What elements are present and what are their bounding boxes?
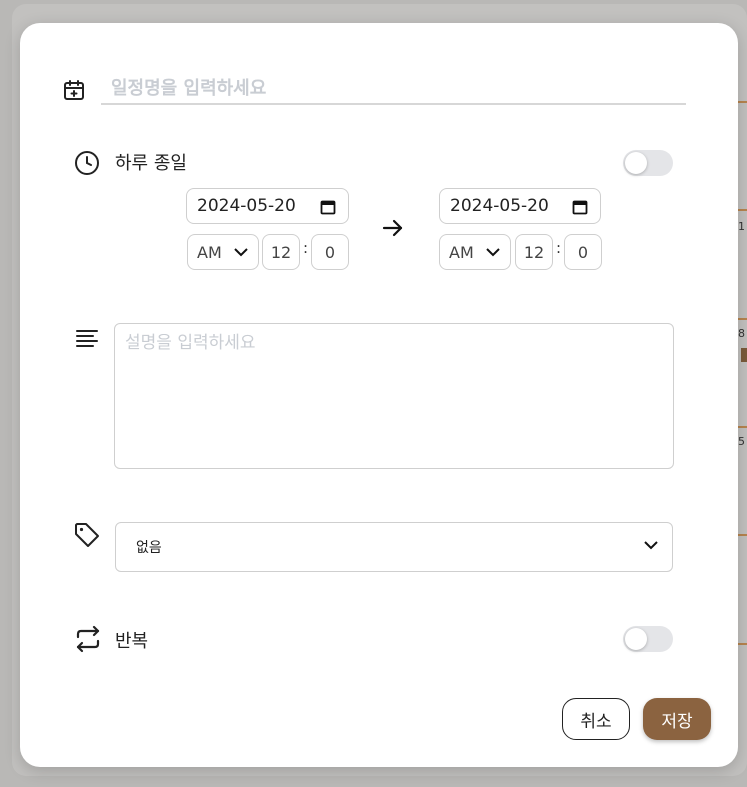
calendar-grid-line — [737, 209, 747, 211]
start-hour-value: 12 — [270, 242, 292, 262]
end-ampm-select[interactable]: AM — [439, 234, 511, 270]
calendar-date-number: 8 — [738, 327, 745, 340]
clock-icon — [74, 150, 100, 180]
time-separator: : — [303, 239, 309, 257]
repeat-label: 반복 — [115, 631, 149, 652]
repeat-icon — [75, 625, 101, 657]
end-date-input[interactable]: 2024-05-20 — [439, 188, 601, 224]
calendar-grid-line — [737, 534, 747, 536]
end-hour-value: 12 — [523, 242, 545, 262]
toggle-knob — [625, 152, 647, 174]
time-separator: : — [556, 239, 562, 257]
calendar-add-icon — [62, 78, 86, 106]
chevron-down-icon — [644, 541, 658, 550]
start-minute-value: 0 — [324, 242, 336, 262]
save-button[interactable]: 저장 — [643, 698, 711, 740]
description-textarea[interactable] — [114, 323, 674, 469]
end-hour-input[interactable]: 12 — [515, 234, 553, 270]
all-day-label: 하루 종일 — [115, 153, 187, 174]
calendar-event-marker — [741, 348, 747, 362]
end-ampm-value: AM — [449, 242, 474, 262]
end-minute-input[interactable]: 0 — [564, 234, 602, 270]
calendar-grid-line — [737, 318, 747, 320]
calendar-date-number: 1 — [738, 220, 745, 233]
tag-selected-value: 없음 — [136, 540, 162, 556]
calendar-picker-icon[interactable] — [572, 199, 588, 220]
calendar-date-number: 5 — [738, 435, 745, 448]
description-lines-icon — [76, 329, 98, 351]
repeat-toggle[interactable] — [623, 626, 673, 652]
start-hour-input[interactable]: 12 — [262, 234, 300, 270]
start-date-value: 2024-05-20 — [197, 196, 296, 216]
tag-icon — [74, 522, 100, 552]
chevron-down-icon — [486, 248, 500, 257]
start-minute-input[interactable]: 0 — [311, 234, 349, 270]
toggle-knob — [625, 628, 647, 650]
end-date-value: 2024-05-20 — [450, 196, 549, 216]
event-title-input[interactable] — [101, 73, 686, 105]
arrow-right-icon — [382, 217, 404, 243]
chevron-down-icon — [234, 248, 248, 257]
all-day-toggle[interactable] — [623, 150, 673, 176]
calendar-grid-line — [737, 426, 747, 428]
cancel-button[interactable]: 취소 — [562, 698, 630, 740]
calendar-picker-icon[interactable] — [320, 199, 336, 220]
calendar-grid-line — [737, 101, 747, 103]
start-ampm-value: AM — [197, 242, 222, 262]
start-ampm-select[interactable]: AM — [187, 234, 259, 270]
event-modal: 하루 종일 2024-05-20 AM 12 : 0 2024-05-20 AM — [20, 23, 738, 767]
tag-select[interactable]: 없음 — [115, 522, 673, 572]
start-date-input[interactable]: 2024-05-20 — [186, 188, 349, 224]
calendar-grid-line — [737, 643, 747, 645]
end-minute-value: 0 — [577, 242, 589, 262]
